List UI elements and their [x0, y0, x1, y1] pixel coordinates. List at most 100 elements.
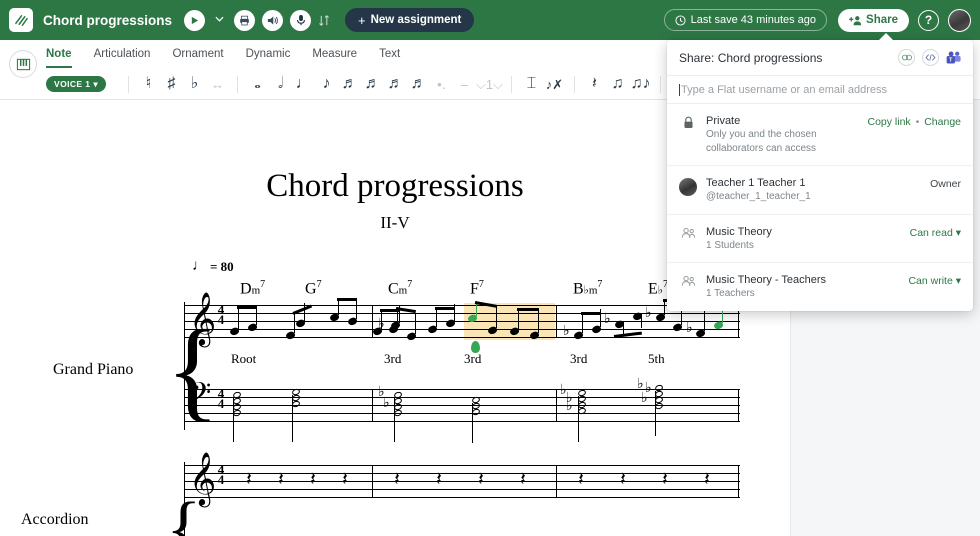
instrument-label-accordion: Accordion — [21, 511, 89, 528]
change-privacy-button[interactable]: Change — [924, 116, 961, 128]
tab-ornament-label: Ornament — [172, 48, 224, 60]
cursor-icon[interactable]: ⌶ — [520, 71, 543, 97]
microphone-icon[interactable] — [290, 9, 312, 31]
play-button[interactable] — [184, 9, 206, 31]
copy-link-button[interactable]: Copy link — [868, 116, 911, 128]
microsoft-teams-icon[interactable]: T — [946, 51, 961, 64]
quarter-rest[interactable]: 𝄽 — [520, 470, 526, 489]
last-save-status[interactable]: Last save 43 minutes ago — [663, 9, 828, 31]
share-person-text: Teacher 1 Teacher 1 @teacher_1_teacher_1 — [706, 176, 921, 204]
share-dialog-caret — [878, 33, 894, 41]
tab-ornament[interactable]: Ornament — [172, 40, 223, 68]
barline — [556, 389, 558, 422]
beam — [237, 306, 257, 309]
share-dialog-title: Share: Chord progressions — [679, 50, 823, 65]
tab-articulation-label: Articulation — [93, 48, 151, 60]
privacy-title: Private — [706, 115, 741, 127]
thirtysecond-note-icon[interactable]: ♬ — [361, 71, 384, 97]
quarter-rest[interactable]: 𝄽 — [436, 470, 442, 489]
accidental-range-icon[interactable]: ↔ — [206, 71, 229, 97]
note-stem — [704, 310, 706, 331]
share-button[interactable]: Share — [838, 8, 909, 32]
tuplet-icon[interactable]: ⌵1⌵ — [476, 71, 503, 97]
avatar[interactable] — [948, 8, 971, 32]
quarter-rest[interactable]: 𝄽 — [662, 470, 668, 489]
staff-treble-piano[interactable] — [184, 305, 740, 338]
share-email-input[interactable]: Type a Flat username or an email address — [667, 76, 973, 104]
embed-code-icon[interactable] — [922, 49, 939, 66]
half-note-icon[interactable]: 𝅗𝅥 — [269, 71, 292, 97]
share-dialog-icons: T — [898, 49, 961, 66]
group-permission-dropdown[interactable]: Can write ▾ — [908, 273, 961, 287]
quarter-rest[interactable]: 𝄽 — [478, 470, 484, 489]
quarter-rest[interactable]: 𝄽 — [342, 470, 348, 489]
voice-selector[interactable]: VOICE 1 ▾ — [46, 76, 107, 92]
degree-label[interactable]: 5th — [648, 351, 665, 367]
note-stem — [578, 396, 580, 442]
flat-icon[interactable]: ♭ — [183, 71, 206, 97]
degree-label[interactable]: 3rd — [570, 351, 587, 367]
quarter-rest[interactable]: 𝄽 — [394, 470, 400, 489]
tab-dynamic[interactable]: Dynamic — [246, 40, 291, 68]
note-stem — [538, 310, 540, 333]
group-permission-dropdown[interactable]: Can read ▾ — [910, 225, 961, 239]
quarter-note-icon[interactable]: ♩ — [292, 71, 315, 97]
quarter-rest[interactable]: 𝄽 — [310, 470, 316, 489]
sharp-icon[interactable]: ♯ — [160, 71, 183, 97]
chord-symbol[interactable]: Cm7 — [388, 279, 412, 298]
whole-note-icon[interactable]: 𝅝 — [246, 71, 269, 97]
avatar — [679, 176, 697, 196]
help-button[interactable]: ? — [918, 9, 939, 31]
lock-icon — [679, 114, 697, 129]
flat-logo[interactable] — [9, 8, 33, 32]
delete-note-icon[interactable]: ♪✗ — [543, 71, 566, 97]
print-icon[interactable] — [234, 9, 256, 31]
degree-label[interactable]: Root — [231, 351, 256, 367]
split-beam-icon[interactable]: ♫♪ — [629, 71, 652, 97]
tempo-marking[interactable]: ♩ = 80 — [192, 258, 234, 275]
flat-accidental: ♭ — [641, 391, 648, 406]
play-options-chevron-down-icon[interactable] — [213, 13, 226, 27]
piano-keyboard-icon[interactable] — [9, 50, 37, 78]
chord-symbol[interactable]: G7 — [305, 279, 322, 298]
hundredtwentyeighth-note-icon[interactable]: ♬ — [407, 71, 430, 97]
link-icon[interactable] — [898, 49, 915, 66]
speaker-icon[interactable] — [262, 9, 284, 31]
group-member-count: 1 Students — [706, 239, 754, 251]
tie-icon[interactable]: – — [453, 71, 476, 97]
tab-measure[interactable]: Measure — [312, 40, 357, 68]
quarter-rest[interactable]: 𝄽 — [704, 470, 710, 489]
flat-accidental: ♭ — [563, 324, 570, 339]
beam-icon[interactable]: ♫ — [606, 71, 629, 97]
tab-text[interactable]: Text — [379, 40, 400, 68]
document-title[interactable]: Chord progressions — [43, 13, 172, 28]
quarter-rest[interactable]: 𝄽 — [578, 470, 584, 489]
chord-symbol[interactable]: B♭m7 — [573, 279, 602, 298]
degree-label[interactable]: 3rd — [464, 351, 481, 367]
sixtyfourth-note-icon[interactable]: ♬ — [384, 71, 407, 97]
degree-label[interactable]: 3rd — [384, 351, 401, 367]
tab-dynamic-label: Dynamic — [245, 48, 291, 60]
chord-symbol[interactable]: F7 — [470, 279, 484, 298]
new-assignment-button[interactable]: + New assignment — [345, 8, 475, 32]
tab-articulation[interactable]: Articulation — [94, 40, 151, 68]
sixteenth-note-icon[interactable]: ♬ — [338, 71, 361, 97]
quarter-rest[interactable]: 𝄽 — [246, 470, 252, 489]
group-name: Music Theory — [706, 225, 772, 238]
tab-note[interactable]: Note — [46, 40, 72, 68]
person-role: Owner — [930, 178, 961, 190]
flat-accidental: ♭ — [378, 317, 385, 332]
natural-icon[interactable]: ♮ — [137, 71, 160, 97]
augmentation-dot-icon[interactable]: •․ — [430, 71, 453, 97]
rest-icon[interactable]: 𝄽 — [583, 71, 606, 97]
transpose-icon[interactable] — [318, 14, 331, 27]
chord-symbol[interactable]: E♭7 — [648, 279, 668, 298]
flat-accidental: ♭ — [566, 399, 573, 414]
barline — [372, 305, 374, 338]
quarter-rest[interactable]: 𝄽 — [278, 470, 284, 489]
beam — [337, 298, 357, 301]
quarter-rest[interactable]: 𝄽 — [620, 470, 626, 489]
staff-accordion[interactable] — [184, 465, 740, 498]
eighth-note-icon[interactable]: ♪ — [315, 71, 338, 97]
chord-symbol[interactable]: Dm7 — [240, 279, 265, 298]
